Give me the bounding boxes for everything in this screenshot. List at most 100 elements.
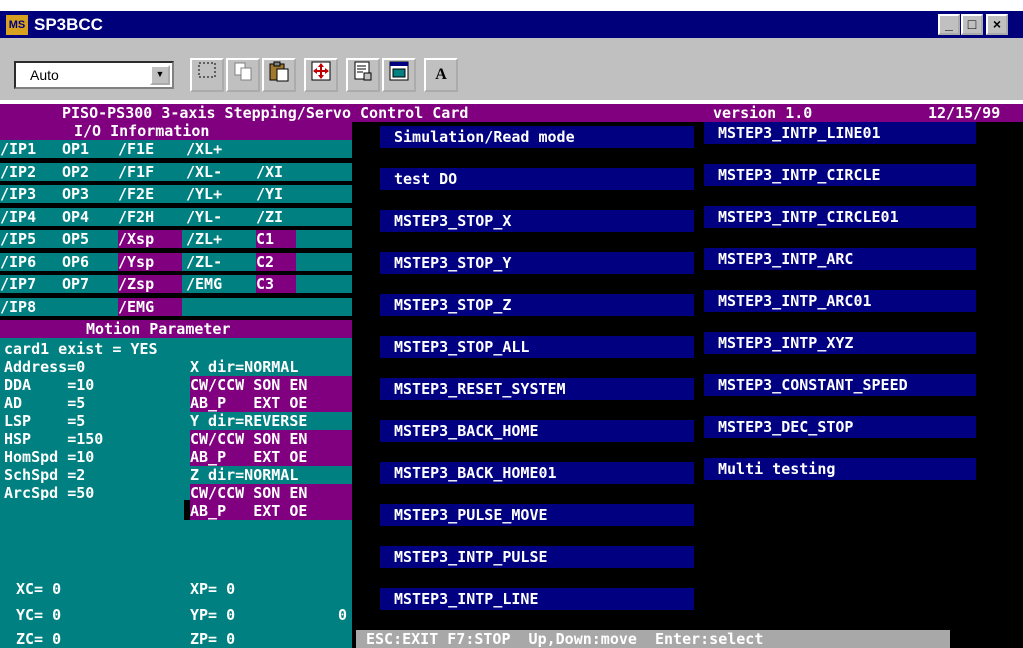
io-signal: /F2H: [118, 207, 155, 226]
io-signal: [256, 298, 296, 316]
io-signal: /F2E: [118, 185, 155, 203]
param-address: Address=0: [4, 358, 86, 376]
io-signal: /ZL-: [186, 252, 223, 271]
io-row: /IP7 OP7/Zsp/EMG C3: [0, 275, 352, 293]
menu-item[interactable]: MSTEP3_INTP_PULSE: [380, 546, 694, 568]
io-signal: C1: [256, 230, 296, 248]
menu-item[interactable]: Multi testing: [704, 458, 976, 480]
io-heading: I/O Information: [74, 122, 210, 140]
x-mode-line1: CW/CCW SON EN: [190, 376, 352, 394]
io-signal: /IP3: [0, 185, 37, 203]
io-row: /IP2 OP2/F1F/XL- /XI: [0, 162, 352, 181]
motion-heading: Motion Parameter: [86, 320, 231, 338]
menu-item[interactable]: Simulation/Read mode: [380, 126, 694, 148]
font-size-select[interactable]: Auto ▼: [14, 61, 174, 89]
xc-value: XC= 0: [16, 580, 62, 598]
io-signal: /IP1: [0, 140, 37, 158]
param-homspd: HomSpd =10: [4, 448, 95, 466]
io-signal: /IP4: [0, 207, 37, 226]
io-signal: /ZL+: [186, 230, 223, 248]
io-row: /IP1 OP1/F1E/XL+: [0, 140, 352, 158]
io-row: /IP3 OP3/F2E/YL+ /YI: [0, 185, 352, 203]
copy-icon[interactable]: [226, 58, 260, 92]
menu-item[interactable]: MSTEP3_INTP_XYZ: [704, 332, 976, 354]
io-row: /IP6 OP6/Ysp/ZL- C2: [0, 252, 352, 271]
card-exist: card1 exist = YES: [4, 340, 158, 358]
menu-item[interactable]: MSTEP3_CONSTANT_SPEED: [704, 374, 976, 396]
xp-value: XP= 0: [190, 580, 236, 598]
chevron-down-icon[interactable]: ▼: [150, 65, 170, 85]
io-signal: OP1: [62, 140, 90, 158]
io-signal: OP3: [62, 185, 90, 203]
menu-item[interactable]: MSTEP3_PULSE_MOVE: [380, 504, 694, 526]
io-signal: /YI: [256, 185, 284, 203]
menu-item[interactable]: MSTEP3_BACK_HOME: [380, 420, 694, 442]
yc-value: YC= 0: [16, 606, 62, 624]
param-schspd: SchSpd =2: [4, 466, 86, 484]
io-row: /IP4 OP4/F2H/YL- /ZI: [0, 207, 352, 226]
ms-dos-icon[interactable]: MS: [6, 15, 28, 35]
version-label: version 1.0: [713, 104, 813, 122]
menu-item[interactable]: MSTEP3_INTP_LINE01: [704, 122, 976, 144]
font-icon[interactable]: A: [424, 58, 458, 92]
y-dir: Y dir=REVERSE: [190, 412, 308, 430]
io-signal: /XL-: [186, 162, 223, 181]
io-signal: /IP2: [0, 162, 37, 181]
maximize-button[interactable]: □: [961, 14, 983, 35]
menu-item[interactable]: MSTEP3_BACK_HOME01: [380, 462, 694, 484]
io-signal: [186, 298, 252, 316]
minimize-button[interactable]: _: [938, 14, 960, 35]
date-label: 12/15/99: [928, 104, 1001, 122]
io-signal: OP4: [62, 207, 90, 226]
menu-item[interactable]: MSTEP3_INTP_ARC01: [704, 290, 976, 312]
menu-item[interactable]: MSTEP3_INTP_CIRCLE01: [704, 206, 976, 228]
io-signal: /EMG: [186, 275, 223, 293]
console-title: PISO-PS300 3-axis Stepping/Servo Control…: [62, 104, 469, 122]
menu-item[interactable]: MSTEP3_STOP_X: [380, 210, 694, 232]
menu-item[interactable]: MSTEP3_INTP_ARC: [704, 248, 976, 270]
select-icon[interactable]: [190, 58, 224, 92]
io-signal: OP7: [62, 275, 90, 293]
io-signal: /Zsp: [118, 275, 182, 293]
io-signal: C3: [256, 275, 296, 293]
io-signal: [256, 140, 296, 158]
io-signal: /XI: [256, 162, 284, 181]
param-dda: DDA =10: [4, 376, 95, 394]
extra-value: 0: [338, 606, 348, 624]
io-signal: C2: [256, 252, 296, 271]
z-mode-line2: AB_P EXT OE: [190, 502, 352, 520]
status-bar: ESC:EXIT F7:STOP Up,Down:move Enter:sele…: [356, 630, 950, 648]
y-mode-line1: CW/CCW SON EN: [190, 430, 352, 448]
io-signal: /F1E: [118, 140, 155, 158]
menu-item[interactable]: MSTEP3_STOP_Y: [380, 252, 694, 274]
x-dir: X dir=NORMAL: [190, 358, 299, 376]
io-signal: /ZI: [256, 207, 284, 226]
io-signal: /Ysp: [118, 252, 182, 271]
io-signal: /Xsp: [118, 230, 182, 248]
position-block-left: [0, 500, 184, 648]
menu-item[interactable]: MSTEP3_DEC_STOP: [704, 416, 976, 438]
menu-item[interactable]: MSTEP3_RESET_SYSTEM: [380, 378, 694, 400]
y-mode-line2: AB_P EXT OE: [190, 448, 352, 466]
menu-item[interactable]: MSTEP3_INTP_LINE: [380, 588, 694, 610]
yp-value: YP= 0: [190, 606, 236, 624]
io-signal: OP5: [62, 230, 90, 248]
param-hsp: HSP =150: [4, 430, 104, 448]
font-size-value: Auto: [30, 67, 59, 83]
window-title: SP3BCC: [34, 15, 103, 34]
z-dir: Z dir=NORMAL: [190, 466, 299, 484]
fullscreen-icon[interactable]: [304, 58, 338, 92]
close-button[interactable]: ×: [986, 14, 1008, 35]
menu-item[interactable]: MSTEP3_STOP_ALL: [380, 336, 694, 358]
menu-item[interactable]: MSTEP3_INTP_CIRCLE: [704, 164, 976, 186]
background-icon[interactable]: [382, 58, 416, 92]
z-mode-line1: CW/CCW SON EN: [190, 484, 352, 502]
menu-item[interactable]: MSTEP3_STOP_Z: [380, 294, 694, 316]
io-signal: /IP6: [0, 252, 37, 271]
paste-icon[interactable]: [262, 58, 296, 92]
menu-item[interactable]: test DO: [380, 168, 694, 190]
title-bar[interactable]: [0, 11, 1023, 38]
properties-icon[interactable]: [346, 58, 380, 92]
io-signal: /EMG: [118, 297, 182, 316]
io-signal: OP2: [62, 162, 90, 181]
